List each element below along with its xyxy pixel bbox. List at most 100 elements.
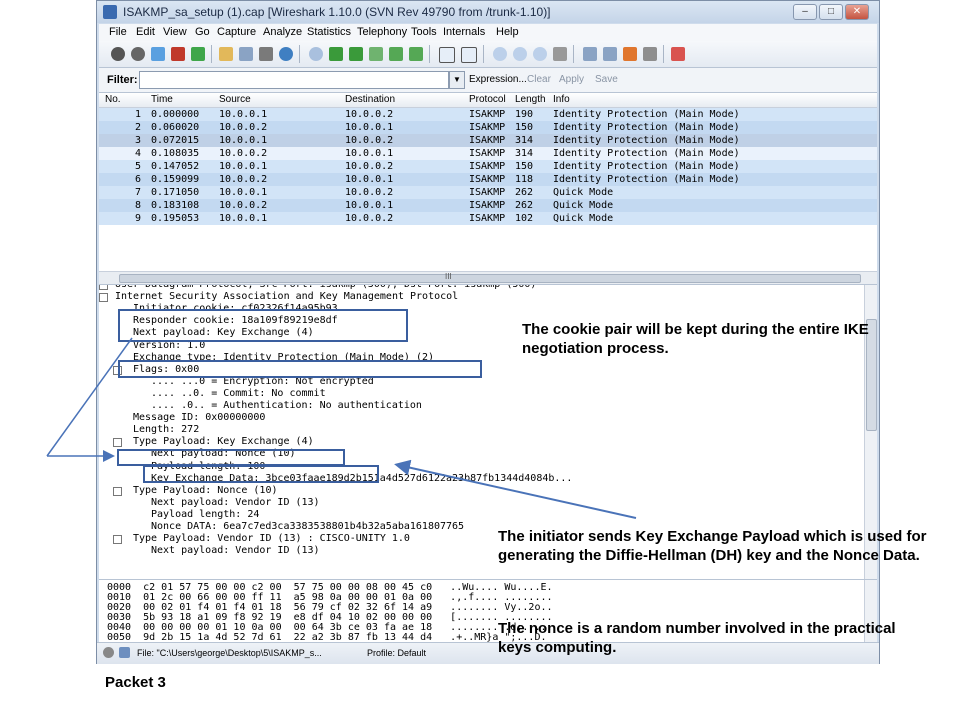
help-icon[interactable] xyxy=(671,47,685,61)
column-header-time[interactable]: Time xyxy=(151,94,173,105)
annotation-nonce: The nonce is a random number involved in… xyxy=(498,620,896,656)
packet-cell-time: 0.195053 xyxy=(151,213,200,224)
go-to-packet-icon[interactable] xyxy=(369,47,383,61)
packet-row[interactable]: 7 0.171050 10.0.0.1 10.0.0.2 ISAKMP 262 Quick … xyxy=(99,186,877,199)
menu-view[interactable]: View xyxy=(163,26,187,38)
menu-internals[interactable]: Internals xyxy=(443,26,485,38)
resize-columns-icon[interactable] xyxy=(553,47,567,61)
auto-scroll-icon[interactable] xyxy=(461,47,477,63)
packet-cell-info: Quick Mode xyxy=(553,187,614,198)
packet-cell-no: 6 xyxy=(135,174,142,185)
packet-row[interactable]: 3 0.072015 10.0.0.1 10.0.0.2 ISAKMP 314 Identi… xyxy=(99,134,877,147)
packet-row[interactable]: 6 0.159099 10.0.0.2 10.0.0.1 ISAKMP 118 Identi… xyxy=(99,173,877,186)
menu-telephony[interactable]: Telephony xyxy=(357,26,407,38)
start-capture-icon[interactable] xyxy=(151,47,165,61)
packet-list-hscrollbar[interactable]: III xyxy=(99,271,877,284)
menu-analyze[interactable]: Analyze xyxy=(263,26,302,38)
status-profile[interactable]: Profile: Default xyxy=(367,648,426,658)
menu-help[interactable]: Help xyxy=(496,26,519,38)
detail-line[interactable]: .... ..0. = Commit: No commit xyxy=(151,388,326,400)
clear-button[interactable]: Clear xyxy=(527,74,551,85)
zoom-normal-icon[interactable] xyxy=(533,47,547,61)
save-button[interactable]: Save xyxy=(595,74,618,85)
packet-row[interactable]: 5 0.147052 10.0.0.1 10.0.0.2 ISAKMP 150 Identi… xyxy=(99,160,877,173)
detail-line[interactable]: Next payload: Vendor ID (13) xyxy=(151,545,320,557)
detail-line[interactable]: Message ID: 0x00000000 xyxy=(133,412,265,424)
detail-line[interactable]: User Datagram Protocol, Src Port: isakmp… xyxy=(115,285,536,291)
colorize-icon[interactable] xyxy=(439,47,455,63)
packet-row[interactable]: 2 0.060020 10.0.0.2 10.0.0.1 ISAKMP 150 Identi… xyxy=(99,121,877,134)
packet-cell-dst: 10.0.0.1 xyxy=(345,174,394,185)
detail-line[interactable]: Type Payload: Nonce (10) xyxy=(133,485,278,497)
detail-line[interactable]: Length: 272 xyxy=(133,424,199,436)
detail-line[interactable]: Payload length: 24 xyxy=(151,509,259,521)
packet-row[interactable]: 9 0.195053 10.0.0.1 10.0.0.2 ISAKMP 102 Quick … xyxy=(99,212,877,225)
stop-capture-icon[interactable] xyxy=(171,47,185,61)
expert-info-icon[interactable] xyxy=(103,647,114,658)
detail-line[interactable]: Nonce DATA: 6ea7c7ed3ca3383538801b4b32a5… xyxy=(151,521,464,533)
find-packet-icon[interactable] xyxy=(309,47,323,61)
filter-dropdown-icon[interactable]: ▼ xyxy=(449,71,465,89)
column-header-source[interactable]: Source xyxy=(219,94,251,105)
display-filters-icon[interactable] xyxy=(603,47,617,61)
detail-line[interactable]: Internet Security Association and Key Ma… xyxy=(115,291,458,303)
packet-cell-time: 0.171050 xyxy=(151,187,200,198)
go-forward-icon[interactable] xyxy=(349,47,363,61)
reload-icon[interactable] xyxy=(279,47,293,61)
apply-button[interactable]: Apply xyxy=(559,74,584,85)
tree-expander-icon[interactable] xyxy=(113,486,122,496)
hex-line[interactable]: 0050 9d 2b 15 1a 4d 52 7d 61 22 a2 3b 87… xyxy=(107,633,547,643)
detail-line[interactable]: .... .0.. = Authentication: No authentic… xyxy=(151,400,422,412)
column-header-info[interactable]: Info xyxy=(553,94,570,105)
close-button[interactable]: ✕ xyxy=(845,4,869,20)
minimize-button[interactable]: – xyxy=(793,4,817,20)
menu-tools[interactable]: Tools xyxy=(411,26,437,38)
tree-expander-icon[interactable] xyxy=(99,293,108,303)
coloring-rules-icon[interactable] xyxy=(623,47,637,61)
maximize-button[interactable]: □ xyxy=(819,4,843,20)
filter-input[interactable] xyxy=(139,71,449,89)
packet-cell-src: 10.0.0.2 xyxy=(219,174,268,185)
options-icon[interactable] xyxy=(131,47,145,61)
first-packet-icon[interactable] xyxy=(389,47,403,61)
menu-go[interactable]: Go xyxy=(195,26,210,38)
tree-expander-icon[interactable] xyxy=(113,535,122,545)
restart-capture-icon[interactable] xyxy=(191,47,205,61)
last-packet-icon[interactable] xyxy=(409,47,423,61)
hscroll-thumb[interactable]: III xyxy=(119,272,861,283)
packet-cell-info: Identity Protection (Main Mode) xyxy=(553,109,740,120)
packet-row[interactable]: 1 0.000000 10.0.0.1 10.0.0.2 ISAKMP 190 Identi… xyxy=(99,108,877,121)
menu-capture[interactable]: Capture xyxy=(217,26,256,38)
open-file-icon[interactable] xyxy=(219,47,233,61)
column-header-destination[interactable]: Destination xyxy=(345,94,395,105)
detail-line[interactable]: Type Payload: Key Exchange (4) xyxy=(133,436,314,448)
save-file-icon[interactable] xyxy=(239,47,253,61)
capture-filters-icon[interactable] xyxy=(583,47,597,61)
packet-row[interactable]: 8 0.183108 10.0.0.2 10.0.0.1 ISAKMP 262 Quick … xyxy=(99,199,877,212)
detail-line[interactable]: Type Payload: Vendor ID (13) : CISCO-UNI… xyxy=(133,533,410,545)
packet-caption: Packet 3 xyxy=(105,674,166,691)
annotation-key-exchange: The initiator sends Key Exchange Payload… xyxy=(498,528,927,564)
tree-expander-icon[interactable] xyxy=(113,438,122,448)
menu-edit[interactable]: Edit xyxy=(136,26,155,38)
column-header-length[interactable]: Length xyxy=(515,94,546,105)
packet-cell-no: 4 xyxy=(135,148,142,159)
go-back-icon[interactable] xyxy=(329,47,343,61)
tree-expander-icon[interactable] xyxy=(99,285,108,290)
preferences-icon[interactable] xyxy=(643,47,657,61)
zoom-out-icon[interactable] xyxy=(513,47,527,61)
menu-file[interactable]: File xyxy=(109,26,127,38)
expression-button[interactable]: Expression... xyxy=(469,74,527,85)
column-header-protocol[interactable]: Protocol xyxy=(469,94,506,105)
column-header-no[interactable]: No. xyxy=(105,94,121,105)
interfaces-icon[interactable] xyxy=(111,47,125,61)
packet-cell-len: 150 xyxy=(515,122,534,133)
menu-statistics[interactable]: Statistics xyxy=(307,26,351,38)
close-file-icon[interactable] xyxy=(259,47,273,61)
zoom-in-icon[interactable] xyxy=(493,47,507,61)
toolbar-separator xyxy=(299,45,300,63)
capture-comment-icon[interactable] xyxy=(119,647,130,658)
detail-line[interactable]: Next payload: Vendor ID (13) xyxy=(151,497,320,509)
packet-row[interactable]: 4 0.108035 10.0.0.2 10.0.0.1 ISAKMP 314 Identi… xyxy=(99,147,877,160)
packet-cell-dst: 10.0.0.1 xyxy=(345,200,394,211)
